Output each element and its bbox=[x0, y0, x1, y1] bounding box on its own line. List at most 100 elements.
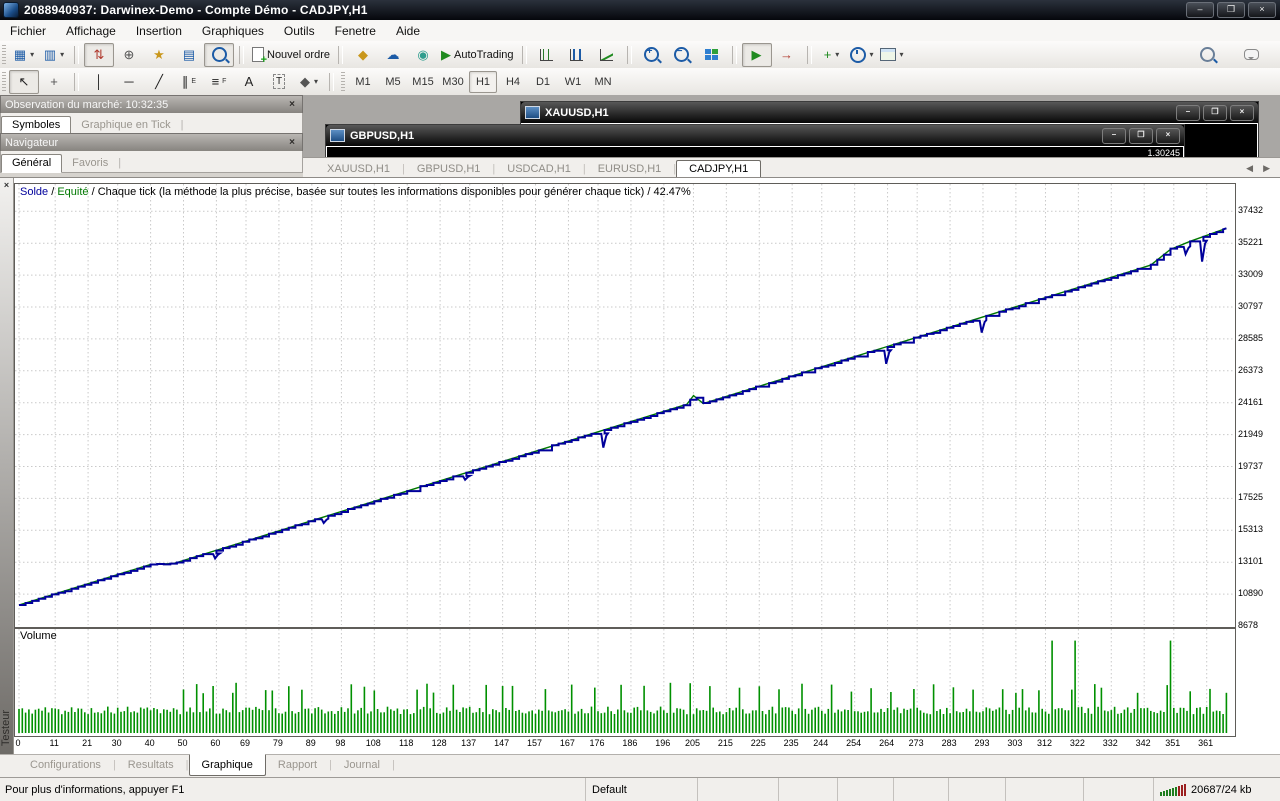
tester-volume-pane[interactable] bbox=[14, 628, 1236, 737]
chart-tab-xauusd-h1[interactable]: XAUUSD,H1 bbox=[315, 161, 402, 178]
new-chart-button[interactable]: ▦ ▾ bbox=[9, 43, 39, 67]
navigator-toggle-button[interactable]: ★ bbox=[144, 43, 174, 67]
tab-scroll-left-icon[interactable]: ◀ bbox=[1246, 163, 1253, 174]
horizontal-line-button[interactable]: ─ bbox=[114, 70, 144, 94]
search-button[interactable] bbox=[1192, 43, 1222, 67]
tester-tab-configurations[interactable]: Configurations bbox=[18, 755, 113, 775]
minimize-button[interactable]: – bbox=[1176, 105, 1200, 121]
close-icon[interactable]: × bbox=[286, 99, 298, 110]
menu-insertion[interactable]: Insertion bbox=[126, 22, 192, 40]
trendline-button[interactable]: ╱ bbox=[144, 70, 174, 94]
tester-side-strip[interactable]: × Testeur bbox=[0, 178, 14, 754]
plus-icon: + bbox=[261, 56, 267, 65]
menu-fichier[interactable]: Fichier bbox=[0, 22, 56, 40]
autotrading-button[interactable]: ▶ AutoTrading bbox=[438, 43, 517, 67]
chart-tab-gbpusd-h1[interactable]: GBPUSD,H1 bbox=[405, 161, 493, 178]
indicators-button[interactable]: + ▾ bbox=[817, 43, 847, 67]
menu-affichage[interactable]: Affichage bbox=[56, 22, 126, 40]
market-watch-toggle-button[interactable]: ⇅ bbox=[84, 43, 114, 67]
tester-tab-resultats[interactable]: Resultats bbox=[116, 755, 186, 775]
channel-button[interactable]: ∥ E bbox=[174, 70, 204, 94]
chart-tab-eurusd-h1[interactable]: EURUSD,H1 bbox=[586, 161, 674, 178]
minimize-button[interactable]: – bbox=[1102, 128, 1126, 144]
timeframe-mn[interactable]: MN bbox=[589, 71, 617, 93]
text-icon: A bbox=[245, 75, 254, 88]
close-button[interactable]: × bbox=[1248, 2, 1276, 18]
maximize-button[interactable]: ❒ bbox=[1217, 2, 1245, 18]
market-watch-panel: Observation du marché: 10:32:35 × Symbol… bbox=[0, 95, 303, 135]
menu-fenetre[interactable]: Fenetre bbox=[325, 22, 386, 40]
toolbar-drag-handle[interactable] bbox=[2, 72, 6, 92]
tester-balance-chart[interactable] bbox=[14, 183, 1236, 628]
tester-tab-rapport[interactable]: Rapport bbox=[266, 755, 329, 775]
bar-chart-button[interactable] bbox=[532, 43, 562, 67]
chart-window-titlebar[interactable]: XAUUSD,H1 – ❒ × bbox=[521, 102, 1258, 123]
chart-window-gbpusd[interactable]: GBPUSD,H1 – ❒ × 1.30245 bbox=[325, 124, 1185, 157]
timeframe-h1[interactable]: H1 bbox=[469, 71, 497, 93]
news-button[interactable]: ◉ bbox=[408, 43, 438, 67]
metaeditor-button[interactable]: ◆ bbox=[348, 43, 378, 67]
terminal-icon: ▤ bbox=[183, 48, 195, 61]
terminal-button[interactable]: ▤ bbox=[174, 43, 204, 67]
chart-tab-usdcad-h1[interactable]: USDCAD,H1 bbox=[495, 161, 583, 178]
timeframe-m30[interactable]: M30 bbox=[439, 71, 467, 93]
shapes-button[interactable]: ◆ ▾ bbox=[294, 70, 324, 94]
text-button[interactable]: A bbox=[234, 70, 264, 94]
timeframe-m1[interactable]: M1 bbox=[349, 71, 377, 93]
chart-shift-button[interactable]: → bbox=[772, 43, 802, 67]
text-label-button[interactable]: T bbox=[264, 70, 294, 94]
menu-outils[interactable]: Outils bbox=[274, 22, 325, 40]
close-icon[interactable]: × bbox=[286, 137, 298, 148]
new-order-button[interactable]: + Nouvel ordre bbox=[249, 43, 333, 67]
strategy-tester-button[interactable] bbox=[204, 43, 234, 67]
fibonacci-button[interactable]: ≡ F bbox=[204, 70, 234, 94]
tester-tab-graphique[interactable]: Graphique bbox=[189, 754, 266, 776]
tab-graphique-en-tick[interactable]: Graphique en Tick bbox=[71, 117, 180, 134]
toolbar-drag-handle[interactable] bbox=[341, 72, 345, 92]
menu-graphiques[interactable]: Graphiques bbox=[192, 22, 274, 40]
close-button[interactable]: × bbox=[1156, 128, 1180, 144]
navigator-header[interactable]: Navigateur × bbox=[0, 133, 303, 151]
zoom-out-button[interactable]: − bbox=[667, 43, 697, 67]
vertical-line-button[interactable]: │ bbox=[84, 70, 114, 94]
menu-aide[interactable]: Aide bbox=[386, 22, 430, 40]
tab-g-n-ral[interactable]: Général bbox=[1, 154, 62, 173]
timeframe-d1[interactable]: D1 bbox=[529, 71, 557, 93]
timeframe-w1[interactable]: W1 bbox=[559, 71, 587, 93]
auto-scroll-button[interactable]: ▶ bbox=[742, 43, 772, 67]
tile-windows-button[interactable] bbox=[697, 43, 727, 67]
data-window-button[interactable]: ⊕ bbox=[114, 43, 144, 67]
crosshair-button[interactable]: + bbox=[39, 70, 69, 94]
profiles-button[interactable]: ▥ ▾ bbox=[39, 43, 69, 67]
new-order-label: Nouvel ordre bbox=[267, 49, 330, 61]
status-segment bbox=[893, 778, 948, 801]
market-watch-header[interactable]: Observation du marché: 10:32:35 × bbox=[0, 95, 303, 113]
timeframe-m15[interactable]: M15 bbox=[409, 71, 437, 93]
chart-window-titlebar[interactable]: GBPUSD,H1 – ❒ × bbox=[326, 125, 1184, 146]
tab-scroll-right-icon[interactable]: ▶ bbox=[1263, 163, 1270, 174]
tab-favoris[interactable]: Favoris bbox=[62, 155, 118, 172]
maximize-button[interactable]: ❒ bbox=[1129, 128, 1153, 144]
periods-button[interactable]: ▾ bbox=[847, 43, 877, 67]
close-button[interactable]: × bbox=[1230, 105, 1254, 121]
toolbar-separator bbox=[732, 46, 737, 64]
x-tick: 0 bbox=[5, 738, 31, 748]
templates-button[interactable]: ▾ bbox=[877, 43, 907, 67]
maximize-button[interactable]: ❒ bbox=[1203, 105, 1227, 121]
community-button[interactable]: ☁ bbox=[378, 43, 408, 67]
x-tick: 30 bbox=[104, 738, 130, 748]
zoom-in-button[interactable]: + bbox=[637, 43, 667, 67]
timeframe-m5[interactable]: M5 bbox=[379, 71, 407, 93]
cursor-button[interactable]: ↖ bbox=[9, 70, 39, 94]
tester-tab-journal[interactable]: Journal bbox=[332, 755, 392, 775]
line-chart-button[interactable] bbox=[592, 43, 622, 67]
close-icon[interactable]: × bbox=[0, 178, 13, 190]
tab-separator: | bbox=[392, 755, 395, 771]
status-profile[interactable]: Default bbox=[585, 778, 697, 801]
timeframe-h4[interactable]: H4 bbox=[499, 71, 527, 93]
chat-button[interactable] bbox=[1236, 43, 1266, 67]
chevron-down-icon: ▾ bbox=[870, 50, 874, 59]
toolbar-drag-handle[interactable] bbox=[2, 45, 6, 65]
minimize-button[interactable]: – bbox=[1186, 2, 1214, 18]
candlestick-chart-button[interactable] bbox=[562, 43, 592, 67]
